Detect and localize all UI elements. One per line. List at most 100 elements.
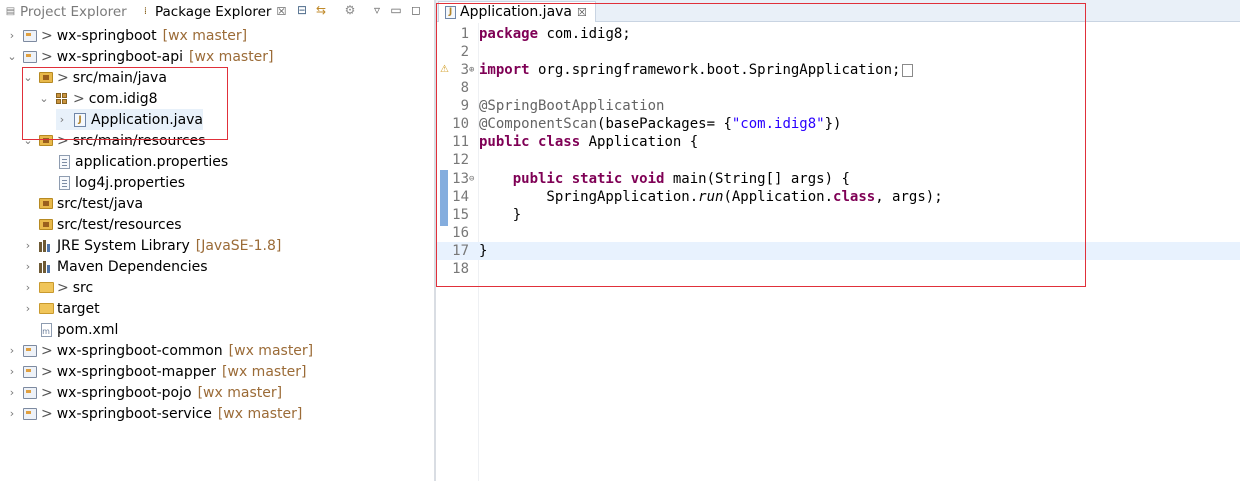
tree-item-src[interactable]: › > src [22, 277, 93, 298]
chevron-right-icon[interactable]: › [6, 386, 18, 399]
tree-item-application-java[interactable]: › J Application.java [56, 109, 204, 130]
maximize-icon[interactable]: ◻ [409, 3, 423, 17]
code-line[interactable]: 9 @SpringBootApplication [436, 97, 1240, 115]
link-with-editor-icon[interactable]: ⇆ [314, 3, 328, 17]
tree-item-label: JRE System Library [57, 237, 190, 254]
code-text: SpringApplication. [479, 189, 699, 205]
collapsed-imports-icon[interactable] [902, 63, 914, 77]
tree-item-label: src/test/resources [57, 216, 182, 233]
tree-item-pom-xml[interactable]: m pom.xml [38, 319, 118, 340]
chevron-right-icon[interactable]: › [6, 407, 18, 420]
tab-package-explorer-label: Package Explorer [155, 3, 272, 20]
git-branch-decoration: [wx master] [197, 384, 283, 401]
git-branch-decoration: [wx master] [162, 27, 248, 44]
chevron-down-icon[interactable]: ⌄ [6, 50, 18, 63]
fold-expand-icon[interactable]: ⊕ [469, 65, 479, 75]
tree-item-jre-system-library[interactable]: › JRE System Library [JavaSE-1.8] [22, 235, 282, 256]
code-text: com.idig8; [538, 26, 631, 42]
tree-item-wx-springboot-mapper[interactable]: › > wx-springboot-mapper [wx master] [6, 361, 307, 382]
code-line[interactable]: 1 package com.idig8; [436, 25, 1240, 43]
collapse-all-icon[interactable]: ⊟ [295, 3, 309, 17]
chevron-down-icon[interactable]: ⌄ [38, 92, 50, 105]
tree-item-wx-springboot-api[interactable]: ⌄ > wx-springboot-api [wx master] [6, 46, 273, 67]
project-icon [22, 343, 38, 359]
line-number: 12 [452, 152, 469, 168]
tree-item-src-main-java[interactable]: ⌄ > src/main/java [22, 67, 167, 88]
tree-item-label: application.properties [75, 153, 229, 170]
tree-item-label: src/test/java [57, 195, 144, 212]
tree-item-label: com.idig8 [88, 90, 158, 107]
code-line[interactable]: 13 ⊖ public static void main(String[] arg… [436, 170, 1240, 188]
code-line[interactable]: 2 [436, 43, 1240, 61]
chevron-right-icon[interactable]: › [6, 365, 18, 378]
code-line[interactable]: 3 ⊕ import org.springframework.boot.Sprin… [436, 61, 1240, 79]
tree-item-label: src/main/java [72, 69, 167, 86]
tree-item-wx-springboot[interactable]: › > wx-springboot [wx master] [6, 25, 247, 46]
code-line[interactable]: 18 [436, 260, 1240, 278]
code-line[interactable]: 16 [436, 224, 1240, 242]
tree-item-label: target [57, 300, 100, 317]
code-text: org.springframework.boot.SpringApplicati… [529, 62, 901, 78]
git-branch-decoration: [wx master] [222, 363, 307, 380]
code-line-current[interactable]: 17 } [436, 242, 1240, 260]
chevron-down-icon[interactable]: ⌄ [22, 71, 34, 84]
line-number: 8 [460, 80, 469, 96]
fold-collapse-icon[interactable]: ⊖ [469, 174, 479, 184]
view-menu-icon[interactable]: ▿ [370, 3, 384, 17]
code-line[interactable]: 10 @ComponentScan(basePackages= {"com.id… [436, 115, 1240, 133]
java-file-icon: J [445, 5, 456, 19]
tree-item-src-main-resources[interactable]: ⌄ > src/main/resources [22, 130, 205, 151]
close-icon[interactable]: ☒ [276, 5, 286, 18]
tree-item-log4j-properties[interactable]: log4j.properties [56, 172, 185, 193]
line-number: 17 [452, 243, 469, 259]
line-number: 2 [460, 44, 469, 60]
source-folder-icon [38, 70, 54, 86]
tab-project-explorer[interactable]: ▤ Project Explorer [4, 2, 127, 21]
project-icon [22, 385, 38, 401]
code-line[interactable]: 15 } [436, 206, 1240, 224]
tree-item-wx-springboot-service[interactable]: › > wx-springboot-service [wx master] [6, 403, 303, 424]
chevron-right-icon[interactable]: › [6, 344, 18, 357]
folder-icon [38, 301, 54, 317]
focus-icon[interactable]: ⚙ [343, 3, 357, 17]
chevron-right-icon[interactable]: › [22, 260, 34, 273]
tree-item-target[interactable]: › target [22, 298, 100, 319]
code-line[interactable]: 14 SpringApplication.run(Application.cla… [436, 188, 1240, 206]
tree-item-wx-springboot-pojo[interactable]: › > wx-springboot-pojo [wx master] [6, 382, 282, 403]
editor-tab-label: Application.java [460, 4, 573, 20]
tree-item-application-properties[interactable]: application.properties [56, 151, 228, 172]
chevron-right-icon[interactable]: › [56, 113, 68, 126]
chevron-right-icon[interactable]: › [22, 302, 34, 315]
tree-item-com-idig8[interactable]: ⌄ > com.idig8 [38, 88, 158, 109]
tree-item-src-test-resources[interactable]: src/test/resources [38, 214, 182, 235]
code-text: (Application. [723, 189, 834, 205]
chevron-right-icon[interactable]: › [6, 29, 18, 42]
code-string: "com.idig8" [731, 116, 825, 132]
tab-package-explorer[interactable]: ⁞ Package Explorer ☒ [139, 2, 286, 21]
tree-item-wx-springboot-common[interactable]: › > wx-springboot-common [wx master] [6, 340, 313, 361]
code-text: , args); [875, 189, 943, 205]
code-line[interactable]: 12 [436, 151, 1240, 169]
code-text: }) [824, 116, 842, 132]
chevron-right-icon[interactable]: › [22, 239, 34, 252]
source-folder-icon [38, 133, 54, 149]
java-file-icon: J [72, 112, 88, 128]
code-keyword: package [479, 26, 539, 42]
minimize-icon[interactable]: ▭ [389, 3, 403, 17]
jre-version-decoration: [JavaSE-1.8] [195, 237, 282, 254]
code-line[interactable]: 11 public class Application { [436, 133, 1240, 151]
code-line[interactable]: 8 [436, 79, 1240, 97]
git-branch-decoration: [wx master] [228, 342, 314, 359]
code-keyword: public class [479, 134, 581, 150]
line-number: 13 [452, 171, 469, 187]
line-number: 11 [452, 134, 469, 150]
close-icon[interactable]: ☒ [577, 6, 587, 19]
tree-item-maven-dependencies[interactable]: › Maven Dependencies [22, 256, 208, 277]
xml-file-icon: m [38, 322, 54, 338]
chevron-down-icon[interactable]: ⌄ [22, 134, 34, 147]
tree-item-src-test-java[interactable]: src/test/java [38, 193, 143, 214]
line-number: 18 [452, 261, 469, 277]
chevron-right-icon[interactable]: › [22, 281, 34, 294]
tab-application-java[interactable]: J Application.java ☒ [438, 1, 596, 22]
tree-item-label: wx-springboot-service [56, 405, 212, 422]
